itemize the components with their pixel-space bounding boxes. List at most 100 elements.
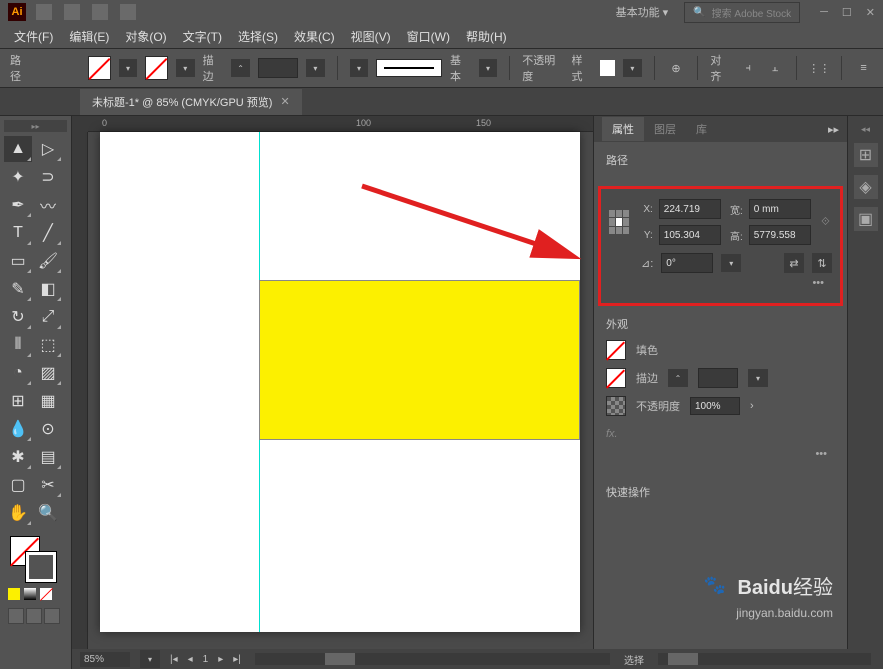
artboard-nav-first[interactable]: |◂ bbox=[170, 654, 178, 665]
mesh-tool[interactable]: ⊞ bbox=[4, 388, 32, 414]
transform-icon[interactable]: ⋮⋮ bbox=[809, 58, 829, 78]
x-input[interactable] bbox=[659, 199, 721, 219]
arrange-icon[interactable] bbox=[92, 4, 108, 20]
type-tool[interactable]: T bbox=[4, 220, 32, 246]
symbol-sprayer-tool[interactable]: ✱ bbox=[4, 444, 32, 470]
panel-stroke-weight[interactable] bbox=[698, 368, 738, 388]
minimize-button[interactable]: ─ bbox=[820, 6, 828, 19]
eraser-tool[interactable]: ◧ bbox=[34, 276, 62, 302]
shape-builder-tool[interactable]: ◔ bbox=[4, 360, 32, 386]
artboard-tool[interactable]: ▢ bbox=[4, 472, 32, 498]
menu-select[interactable]: 选择(S) bbox=[232, 25, 284, 48]
document-tab[interactable]: 未标题-1* @ 85% (CMYK/GPU 预览) ✕ bbox=[80, 89, 302, 115]
fx-button[interactable]: fx. bbox=[606, 424, 835, 444]
width-tool[interactable]: ⫴ bbox=[4, 332, 32, 358]
color-mode-gradient[interactable] bbox=[24, 588, 36, 600]
direct-selection-tool[interactable]: ▷ bbox=[34, 136, 62, 162]
brush-tool[interactable]: 🖌 bbox=[34, 248, 62, 274]
shaper-tool[interactable]: ✎ bbox=[4, 276, 32, 302]
stroke-color[interactable] bbox=[26, 552, 56, 582]
scale-tool[interactable]: ⤢ bbox=[34, 304, 62, 330]
menu-effect[interactable]: 效果(C) bbox=[288, 25, 341, 48]
share-icon[interactable] bbox=[120, 4, 136, 20]
menu-file[interactable]: 文件(F) bbox=[8, 25, 59, 48]
panel-stroke-stepper[interactable]: ⌃ bbox=[668, 369, 688, 387]
stroke-weight-input[interactable] bbox=[258, 58, 298, 78]
bridge-icon[interactable] bbox=[36, 4, 52, 20]
reference-point-selector[interactable] bbox=[609, 210, 629, 234]
yellow-rectangle[interactable] bbox=[259, 280, 580, 440]
libraries-icon[interactable]: ▣ bbox=[854, 207, 878, 231]
layers-icon[interactable]: ◈ bbox=[854, 175, 878, 199]
angle-input[interactable] bbox=[661, 253, 713, 273]
tab-close-button[interactable]: ✕ bbox=[280, 95, 289, 108]
search-stock[interactable]: 🔍 搜索 Adobe Stock bbox=[684, 2, 800, 23]
angle-dropdown[interactable]: ▾ bbox=[721, 254, 741, 272]
panel-stroke-swatch[interactable] bbox=[606, 368, 626, 388]
line-tool[interactable]: ╱ bbox=[34, 220, 62, 246]
right-bar-collapse[interactable]: ◂◂ bbox=[861, 124, 870, 135]
menu-view[interactable]: 视图(V) bbox=[345, 25, 397, 48]
ruler-origin[interactable] bbox=[72, 116, 88, 132]
zoom-tool[interactable]: 🔍 bbox=[34, 500, 62, 526]
stroke-swatch[interactable] bbox=[145, 56, 168, 80]
draw-inside[interactable] bbox=[44, 608, 60, 624]
gradient-tool[interactable]: ▦ bbox=[34, 388, 62, 414]
align-icon-1[interactable]: ⫞ bbox=[739, 58, 758, 78]
recolor-icon[interactable]: ⊕ bbox=[667, 58, 686, 78]
artboard-nav-num[interactable]: 1 bbox=[203, 654, 209, 665]
rotate-tool[interactable]: ↻ bbox=[4, 304, 32, 330]
eyedropper-tool[interactable]: 💧 bbox=[4, 416, 32, 442]
tab-properties[interactable]: 属性 bbox=[602, 117, 644, 141]
draw-behind[interactable] bbox=[26, 608, 42, 624]
zoom-dropdown[interactable]: ▾ bbox=[140, 650, 160, 668]
menu-edit[interactable]: 编辑(E) bbox=[63, 25, 115, 48]
width-input[interactable] bbox=[749, 199, 811, 219]
curvature-tool[interactable]: 〰 bbox=[34, 192, 62, 218]
transform-more-button[interactable]: ••• bbox=[609, 273, 832, 293]
menu-object[interactable]: 对象(O) bbox=[119, 25, 172, 48]
lasso-tool[interactable]: ⊃ bbox=[34, 164, 62, 190]
perspective-tool[interactable]: ▨ bbox=[34, 360, 62, 386]
stroke-weight-dropdown[interactable]: ▾ bbox=[306, 59, 325, 77]
slice-tool[interactable]: ✂ bbox=[34, 472, 62, 498]
maximize-button[interactable]: ☐ bbox=[842, 6, 852, 19]
opacity-flyout-icon[interactable]: › bbox=[750, 400, 754, 412]
vertical-ruler[interactable] bbox=[72, 132, 88, 669]
align-icon-2[interactable]: ⫠ bbox=[766, 58, 785, 78]
menu-type[interactable]: 文字(T) bbox=[177, 25, 228, 48]
fill-swatch[interactable] bbox=[88, 56, 111, 80]
artboard-nav-last[interactable]: ▸| bbox=[233, 654, 241, 665]
menu-help[interactable]: 帮助(H) bbox=[460, 25, 513, 48]
close-button[interactable]: ✕ bbox=[866, 6, 875, 19]
properties-icon[interactable]: ⊞ bbox=[854, 143, 878, 167]
link-wh-icon[interactable]: ⟐ bbox=[819, 206, 832, 238]
draw-normal[interactable] bbox=[8, 608, 24, 624]
var-width-dropdown[interactable]: ▾ bbox=[350, 59, 369, 77]
selection-tool[interactable]: ▲ bbox=[4, 136, 32, 162]
magic-wand-tool[interactable]: ✦ bbox=[4, 164, 32, 190]
blend-tool[interactable]: ⊙ bbox=[34, 416, 62, 442]
artboard-nav-prev[interactable]: ◂ bbox=[188, 654, 193, 665]
panel-opacity-input[interactable] bbox=[690, 397, 740, 415]
brush-dropdown[interactable]: ▾ bbox=[479, 59, 498, 77]
style-dropdown[interactable]: ▾ bbox=[623, 59, 642, 77]
isolate-icon[interactable]: ≡ bbox=[854, 58, 873, 78]
panel-stroke-dropdown[interactable]: ▾ bbox=[748, 369, 768, 387]
workspace-switcher[interactable]: 基本功能 ▾ bbox=[616, 4, 669, 20]
tab-layers[interactable]: 图层 bbox=[644, 117, 686, 141]
menu-window[interactable]: 窗口(W) bbox=[401, 25, 456, 48]
graph-tool[interactable]: ▤ bbox=[34, 444, 62, 470]
horizontal-scrollbar-2[interactable] bbox=[658, 653, 871, 665]
panel-opacity-swatch[interactable] bbox=[606, 396, 626, 416]
free-transform-tool[interactable]: ⬚ bbox=[34, 332, 62, 358]
stock-icon[interactable] bbox=[64, 4, 80, 20]
color-mode-none[interactable] bbox=[40, 588, 52, 600]
zoom-level[interactable]: 85% bbox=[80, 652, 130, 667]
horizontal-scrollbar[interactable] bbox=[255, 653, 610, 665]
stroke-dropdown[interactable]: ▾ bbox=[176, 59, 195, 77]
graphic-style-swatch[interactable] bbox=[600, 60, 615, 76]
tools-collapse[interactable]: ▸▸ bbox=[4, 120, 67, 132]
panel-menu-icon[interactable]: ▸▸ bbox=[828, 123, 839, 136]
flip-horizontal-button[interactable]: ⇄ bbox=[784, 253, 804, 273]
